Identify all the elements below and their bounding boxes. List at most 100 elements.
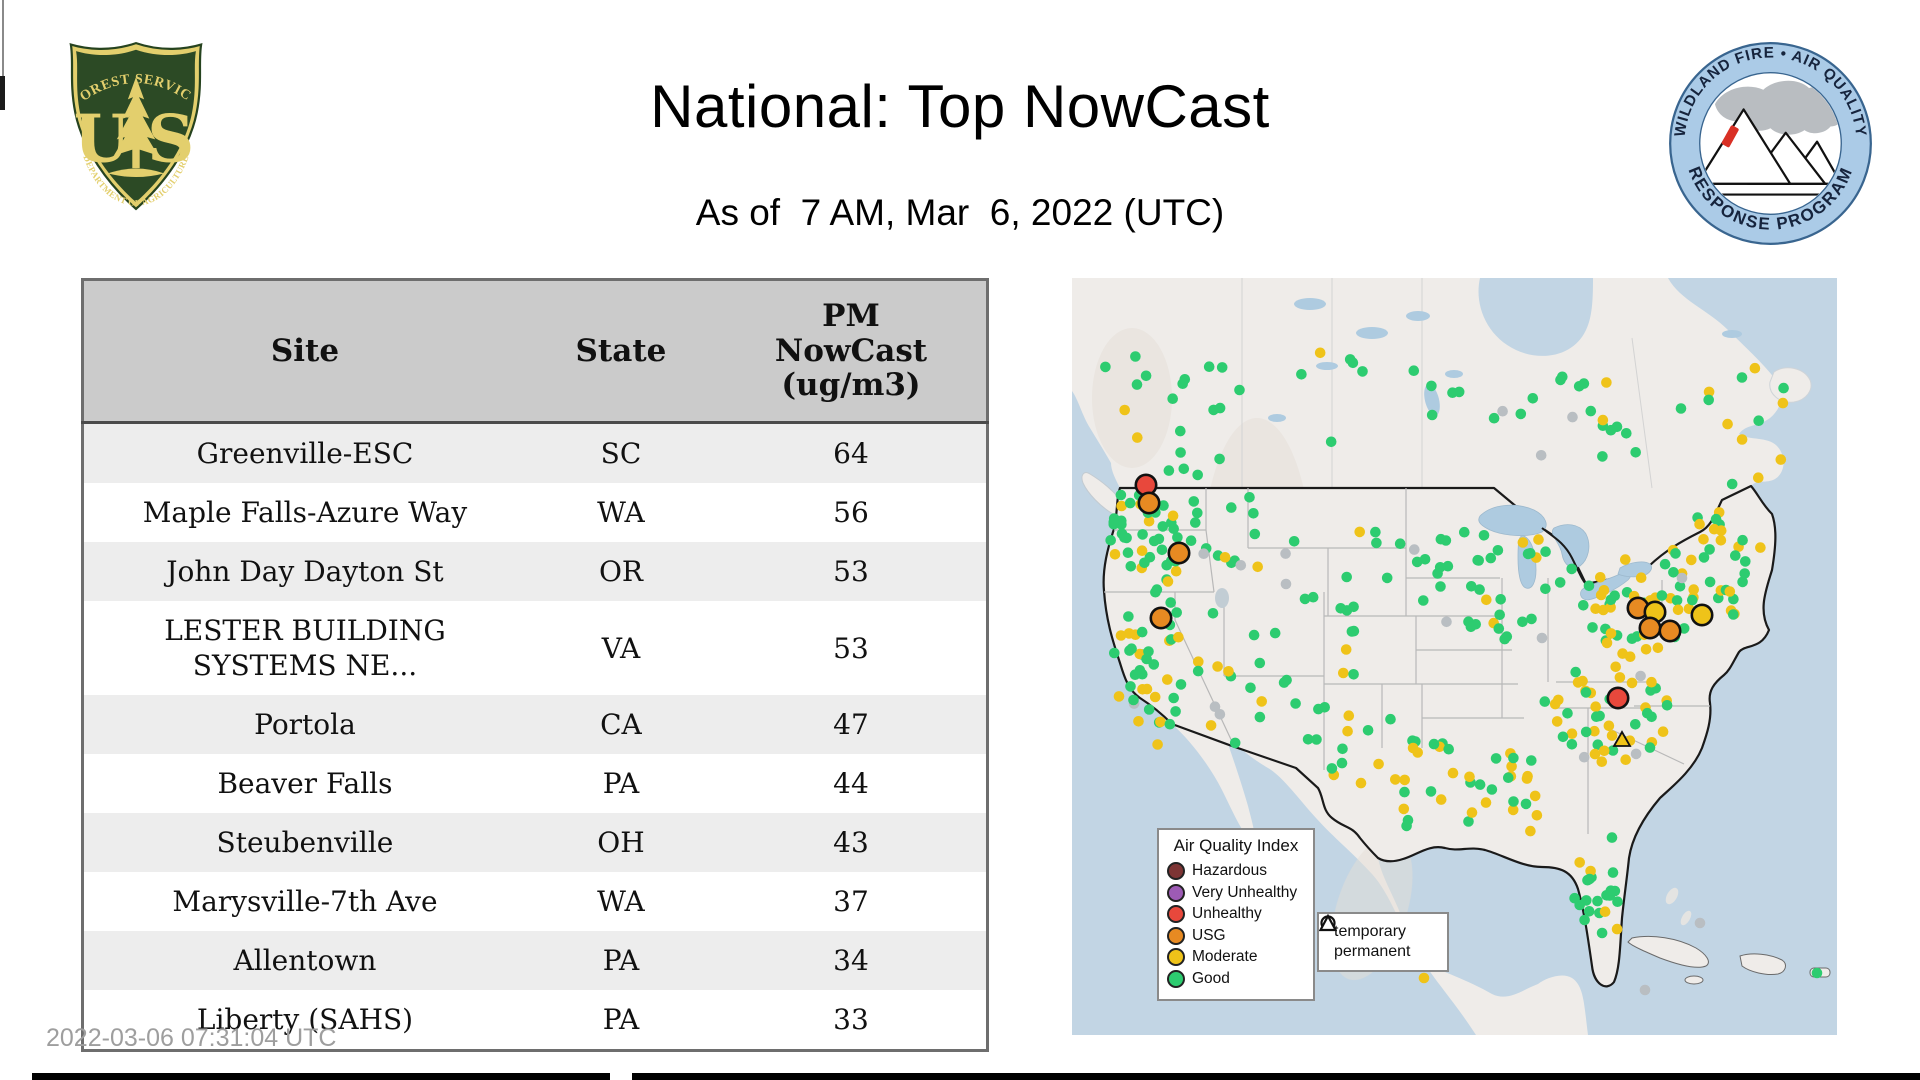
monitor-dot	[1248, 508, 1259, 519]
monitor-dot	[1133, 716, 1144, 727]
monitor-dot	[1116, 490, 1127, 501]
pm-value-cell: 64	[716, 423, 988, 484]
site-type-item: permanent	[1327, 943, 1439, 961]
monitor-dot	[1584, 581, 1595, 592]
monitor-dot	[1150, 692, 1161, 703]
monitor-dot	[1192, 470, 1203, 481]
site-cell: Portola	[83, 695, 526, 754]
monitor-dot	[1395, 538, 1406, 549]
table-row: Marysville-7th AveWA37	[83, 872, 988, 931]
monitor-dot	[1441, 535, 1452, 546]
monitor-dot	[1193, 666, 1204, 677]
monitor-dot	[1590, 603, 1601, 614]
monitor-dot	[1441, 617, 1452, 628]
page-title: National: Top NowCast	[0, 72, 1920, 141]
monitor-dot	[1645, 742, 1656, 753]
aqi-legend-label: Good	[1192, 970, 1230, 988]
monitor-dot	[1599, 746, 1610, 757]
site-cell: Allentown	[83, 931, 526, 990]
monitor-dot	[1245, 683, 1256, 694]
monitor-dot	[1590, 701, 1601, 712]
monitor-dot	[1399, 804, 1410, 815]
monitor-dot	[1215, 709, 1226, 720]
monitor-dot	[1778, 398, 1789, 409]
monitor-dot	[1608, 867, 1619, 878]
aqi-legend-title: Air Quality Index	[1167, 836, 1305, 856]
monitor-dot	[1459, 527, 1470, 538]
monitor-dot	[1123, 547, 1134, 558]
monitor-dot	[1597, 451, 1608, 462]
top-site-marker	[1151, 608, 1171, 628]
monitor-dot	[1193, 656, 1204, 667]
monitor-dot	[1499, 634, 1510, 645]
monitor-dot	[1597, 928, 1608, 939]
table-row: PortolaCA47	[83, 695, 988, 754]
monitor-dot	[1300, 594, 1311, 605]
monitor-dot	[1567, 739, 1578, 750]
monitor-dot	[1349, 626, 1360, 637]
monitor-dot	[1335, 603, 1346, 614]
us-aqi-map: Air Quality Index HazardousVery Unhealth…	[1072, 278, 1837, 1035]
monitor-dot	[1631, 749, 1642, 760]
top-site-marker	[1608, 688, 1628, 708]
state-column-header: State	[526, 280, 716, 423]
monitor-dot	[1198, 548, 1209, 559]
monitor-dot	[1152, 739, 1163, 750]
monitor-dot	[1466, 622, 1477, 633]
monitor-dot	[1230, 738, 1241, 749]
monitor-dot	[1311, 734, 1322, 745]
monitor-dot	[1716, 535, 1727, 546]
table-row: LESTER BUILDING SYSTEMS NE...VA53	[83, 601, 988, 695]
monitor-dot	[1289, 536, 1300, 547]
pm-value-cell: 53	[716, 601, 988, 695]
monitor-dot	[1615, 672, 1626, 683]
monitor-dot	[1252, 562, 1263, 573]
site-cell: Maple Falls-Azure Way	[83, 483, 526, 542]
table-row: Maple Falls-Azure WayWA56	[83, 483, 988, 542]
monitor-dot	[1467, 807, 1478, 818]
monitor-dot	[1390, 774, 1401, 785]
monitor-dot	[1494, 610, 1505, 621]
monitor-dot	[1558, 732, 1569, 743]
monitor-dot	[1281, 579, 1292, 590]
monitor-dot	[1676, 403, 1687, 414]
monitor-dot	[1435, 581, 1446, 592]
monitor-dot	[1141, 371, 1152, 382]
monitor-dot	[1144, 704, 1155, 715]
monitor-dot	[1590, 749, 1601, 760]
monitor-dot	[1429, 739, 1440, 750]
monitor-dot	[1607, 832, 1618, 843]
monitor-dot	[1530, 791, 1541, 802]
aqi-legend-item: Good	[1167, 970, 1305, 988]
monitor-dot	[1244, 492, 1255, 503]
pm-header-line: PM	[722, 299, 980, 334]
monitor-dot	[1672, 595, 1683, 606]
monitor-dot	[1705, 577, 1716, 588]
monitor-dot	[1550, 699, 1561, 710]
monitor-dot	[1155, 717, 1166, 728]
monitor-dot	[1739, 568, 1750, 579]
monitor-dot	[1750, 363, 1761, 374]
monitor-dot	[1584, 906, 1595, 917]
monitor-dot	[1121, 533, 1132, 544]
monitor-dot	[1753, 472, 1764, 483]
monitor-dot	[1533, 534, 1544, 545]
monitor-dot	[1740, 556, 1751, 567]
site-type-label: permanent	[1334, 943, 1411, 961]
table-row: John Day Dayton StOR53	[83, 542, 988, 601]
monitor-dot	[1595, 572, 1606, 583]
monitor-dot	[1508, 796, 1519, 807]
monitor-dot	[1279, 677, 1290, 688]
monitor-dot	[1722, 419, 1733, 430]
monitor-dot	[1337, 744, 1348, 755]
monitor-dot	[1686, 555, 1697, 566]
pm-value-cell: 37	[716, 872, 988, 931]
monitor-dot	[1508, 753, 1519, 764]
monitor-dot	[1526, 755, 1537, 766]
aqi-legend: Air Quality Index HazardousVery Unhealth…	[1157, 828, 1315, 1001]
aqi-legend-item: Moderate	[1167, 948, 1305, 966]
monitor-dot	[1574, 857, 1585, 868]
monitor-dot	[1171, 607, 1182, 618]
monitor-dot	[1646, 677, 1657, 688]
monitor-dot	[1778, 383, 1789, 394]
